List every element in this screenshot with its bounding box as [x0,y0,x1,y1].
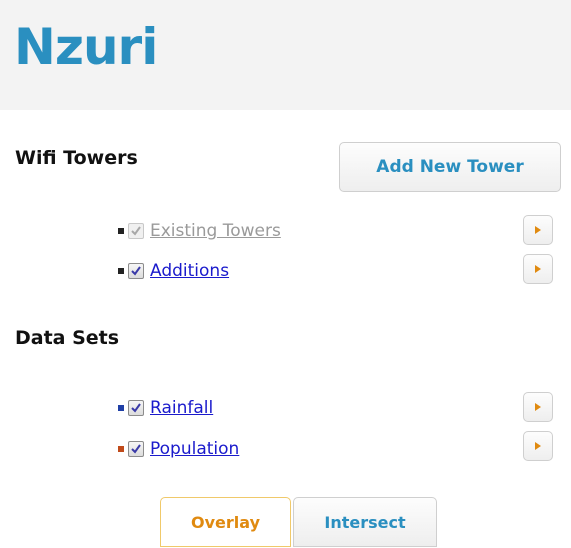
additions-expand-button[interactable] [523,254,553,284]
tab-intersect[interactable]: Intersect [293,497,437,547]
population-link[interactable]: Population [150,439,239,459]
play-arrow-icon [535,403,541,411]
rainfall-expand-button[interactable] [523,392,553,422]
bullet-icon [118,228,124,234]
bullet-icon [118,446,124,452]
rainfall-checkbox[interactable] [128,400,144,416]
existing-towers-expand-button[interactable] [523,215,553,245]
app-title: Nzuri [14,18,158,76]
play-arrow-icon [535,265,541,273]
existing-towers-checkbox[interactable] [128,223,144,239]
tab-overlay[interactable]: Overlay [160,497,291,547]
checkmark-icon [131,444,141,454]
bullet-icon [118,268,124,274]
layer-row-population: Population [118,437,239,461]
additions-link[interactable]: Additions [150,261,229,281]
layer-row-additions: Additions [118,259,229,283]
rainfall-link[interactable]: Rainfall [150,398,213,418]
layer-row-existing-towers: Existing Towers [118,219,281,243]
data-sets-heading: Data Sets [15,327,120,349]
checkmark-icon [131,226,141,236]
checkmark-icon [131,266,141,276]
play-arrow-icon [535,442,541,450]
layer-row-rainfall: Rainfall [118,396,213,420]
checkmark-icon [131,403,141,413]
add-new-tower-button[interactable]: Add New Tower [339,142,561,192]
bullet-icon [118,405,124,411]
existing-towers-link[interactable]: Existing Towers [150,221,281,241]
additions-checkbox[interactable] [128,263,144,279]
header: Nzuri [0,0,571,110]
population-expand-button[interactable] [523,431,553,461]
wifi-towers-heading: Wifi Towers [15,147,138,169]
play-arrow-icon [535,226,541,234]
population-checkbox[interactable] [128,441,144,457]
